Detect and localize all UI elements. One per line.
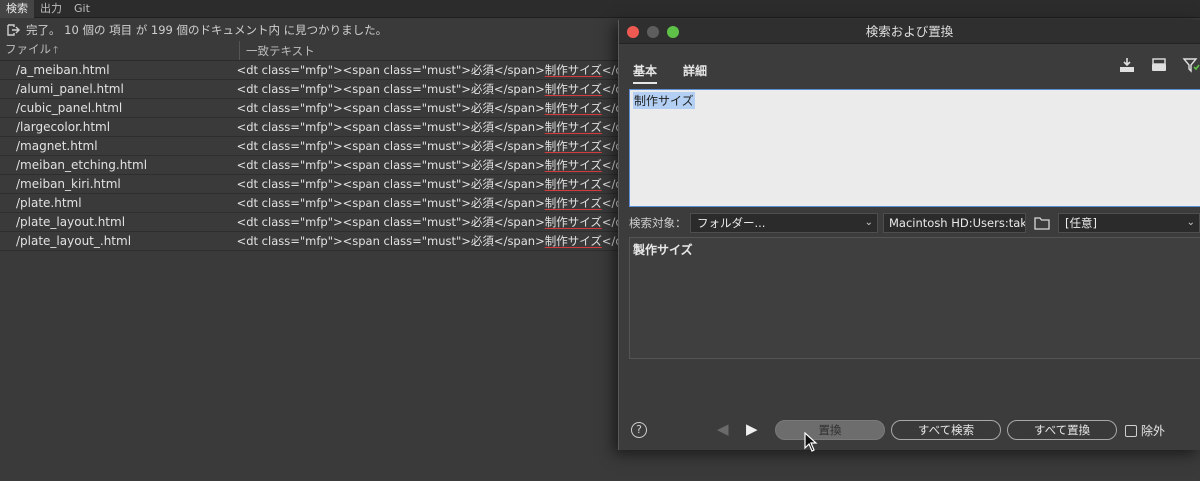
match-term: 制作サイズ <box>544 177 602 191</box>
chevron-down-icon: ⌄ <box>864 217 873 228</box>
result-match-text: <dt class="mfp"><span class="must">必須</s… <box>231 176 620 192</box>
find-replace-dialog: 検索および置換 基本 詳細 制作サイズ 検索対象： フォルダー... ⌄ Mac… <box>618 20 1200 450</box>
match-prefix: <dt class="mfp"><span class="must">必須</s… <box>236 196 545 210</box>
status-text: 完了。 10 個の 項目 が 199 個のドキュメント内 に見つかりました。 <box>26 23 388 37</box>
match-prefix: <dt class="mfp"><span class="must">必須</s… <box>236 139 545 153</box>
table-row[interactable]: /plate_layout_.html <dt class="mfp"><span… <box>0 232 620 251</box>
tab-search[interactable]: 検索 <box>0 0 34 18</box>
result-file: /cubic_panel.html <box>16 101 123 115</box>
chevron-down-icon: ⌄ <box>1186 217 1195 228</box>
search-status: 完了。 10 個の 項目 が 199 個のドキュメント内 に見つかりました。 <box>6 21 387 39</box>
result-match-text: <dt class="mfp"><span class="must">必須</s… <box>231 100 620 116</box>
tab-output[interactable]: 出力 <box>34 0 68 18</box>
dialog-titlebar[interactable]: 検索および置換 <box>619 20 1200 44</box>
results-table: ファイル 🡑 一致テキスト /a_meiban.html <dt class="mf… <box>0 41 620 251</box>
results-body: /a_meiban.html <dt class="mfp"><span clas… <box>0 61 620 251</box>
match-prefix: <dt class="mfp"><span class="must">必須</s… <box>236 101 545 115</box>
match-prefix: <dt class="mfp"><span class="must">必須</s… <box>236 158 545 172</box>
match-term: 制作サイズ <box>544 139 602 153</box>
result-match-text: <dt class="mfp"><span class="must">必須</s… <box>231 138 620 154</box>
result-file: /meiban_kiri.html <box>16 177 121 191</box>
table-row[interactable]: /alumi_panel.html <dt class="mfp"><span c… <box>0 80 620 99</box>
scope-select[interactable]: フォルダー... ⌄ <box>690 213 878 233</box>
result-match-text: <dt class="mfp"><span class="must">必須</s… <box>231 195 620 211</box>
result-file: /largecolor.html <box>16 120 111 134</box>
filter-icon[interactable] <box>1182 56 1200 74</box>
panel-tabs: 検索 出力 Git <box>0 0 1200 18</box>
table-row[interactable]: /cubic_panel.html <dt class="mfp"><span c… <box>0 99 620 118</box>
match-term: 制作サイズ <box>544 234 602 248</box>
file-filter-select[interactable]: [任意] ⌄ <box>1058 213 1200 233</box>
results-header: ファイル 🡑 一致テキスト <box>0 41 620 61</box>
dialog-actions: ? ◀ ▶ 置換 すべて検索 すべて置換 除外 <box>619 418 1200 442</box>
table-row[interactable]: /magnet.html <dt class="mfp"><span class=… <box>0 137 620 156</box>
mouse-cursor-icon <box>804 432 818 452</box>
folder-icon[interactable] <box>1034 216 1050 230</box>
table-row[interactable]: /plate_layout.html <dt class="mfp"><span … <box>0 213 620 232</box>
table-row[interactable]: /meiban_kiri.html <dt class="mfp"><span c… <box>0 175 620 194</box>
result-match-text: <dt class="mfp"><span class="must">必須</s… <box>231 233 620 249</box>
replace-button[interactable]: 置換 <box>775 420 885 440</box>
column-file-label: ファイル <box>5 42 51 56</box>
table-row[interactable]: /meiban_etching.html <dt class="mfp"><spa… <box>0 156 620 175</box>
next-icon[interactable]: ▶ <box>746 420 758 438</box>
table-row[interactable]: /plate.html <dt class="mfp"><span class="… <box>0 194 620 213</box>
column-file[interactable]: ファイル 🡑 <box>0 41 240 60</box>
dialog-title: 検索および置換 <box>865 24 954 39</box>
match-prefix: <dt class="mfp"><span class="must">必須</s… <box>236 215 545 229</box>
find-all-button[interactable]: すべて検索 <box>891 420 1001 440</box>
result-file: /plate.html <box>16 196 82 210</box>
match-term: 制作サイズ <box>544 63 602 77</box>
match-prefix: <dt class="mfp"><span class="must">必須</s… <box>236 120 545 134</box>
match-term: 制作サイズ <box>544 196 602 210</box>
previous-icon[interactable]: ◀ <box>717 420 729 438</box>
help-icon[interactable]: ? <box>631 422 647 438</box>
match-term: 制作サイズ <box>544 215 602 229</box>
result-file: /plate_layout.html <box>16 215 126 229</box>
tab-git[interactable]: Git <box>68 0 96 18</box>
file-filter-value: [任意] <box>1065 216 1097 230</box>
result-match-text: <dt class="mfp"><span class="must">必須</s… <box>231 119 620 135</box>
exclude-checkbox[interactable]: 除外 <box>1125 422 1165 439</box>
match-prefix: <dt class="mfp"><span class="must">必須</s… <box>236 82 545 96</box>
result-file: /magnet.html <box>16 139 98 153</box>
search-scope-row: 検索対象： フォルダー... ⌄ Macintosh HD:Users:taku… <box>629 213 1200 233</box>
load-query-icon[interactable] <box>1118 56 1136 74</box>
scope-select-value: フォルダー... <box>697 216 766 230</box>
match-term: 制作サイズ <box>544 101 602 115</box>
save-query-icon[interactable] <box>1150 56 1168 74</box>
result-match-text: <dt class="mfp"><span class="must">必須</s… <box>231 157 620 173</box>
scope-label: 検索対象： <box>629 216 687 230</box>
tab-basic[interactable]: 基本 <box>633 62 658 84</box>
tab-advanced[interactable]: 詳細 <box>683 62 707 84</box>
match-prefix: <dt class="mfp"><span class="must">必須</s… <box>236 63 545 77</box>
result-file: /meiban_etching.html <box>16 158 148 172</box>
replace-text: 製作サイズ <box>633 243 693 257</box>
table-row[interactable]: /largecolor.html <dt class="mfp"><span cl… <box>0 118 620 137</box>
checkbox-box <box>1125 424 1137 437</box>
match-prefix: <dt class="mfp"><span class="must">必須</s… <box>236 234 545 248</box>
dialog-toolbar <box>1118 56 1200 74</box>
sort-ascending-icon: 🡑 <box>53 45 59 56</box>
dialog-tabs: 基本 詳細 <box>633 62 707 84</box>
replace-all-button[interactable]: すべて置換 <box>1007 420 1117 440</box>
result-match-text: <dt class="mfp"><span class="must">必須</s… <box>231 62 620 78</box>
exclude-label: 除外 <box>1141 424 1166 438</box>
export-icon[interactable] <box>6 23 20 37</box>
table-row[interactable]: /a_meiban.html <dt class="mfp"><span clas… <box>0 61 620 80</box>
result-file: /a_meiban.html <box>16 63 110 77</box>
match-prefix: <dt class="mfp"><span class="must">必須</s… <box>236 177 545 191</box>
match-term: 制作サイズ <box>544 120 602 134</box>
column-match-text[interactable]: 一致テキスト <box>240 43 315 59</box>
folder-path-field[interactable]: Macintosh HD:Users:taku <box>883 213 1026 233</box>
result-match-text: <dt class="mfp"><span class="must">必須</s… <box>231 81 620 97</box>
find-text: 制作サイズ <box>633 92 695 109</box>
match-term: 制作サイズ <box>544 158 602 172</box>
find-input[interactable]: 制作サイズ <box>629 89 1200 207</box>
match-term: 制作サイズ <box>544 82 602 96</box>
result-file: /alumi_panel.html <box>16 82 124 96</box>
replace-input[interactable]: 製作サイズ <box>629 237 1200 359</box>
result-match-text: <dt class="mfp"><span class="must">必須</s… <box>231 214 620 230</box>
result-file: /plate_layout_.html <box>16 234 132 248</box>
